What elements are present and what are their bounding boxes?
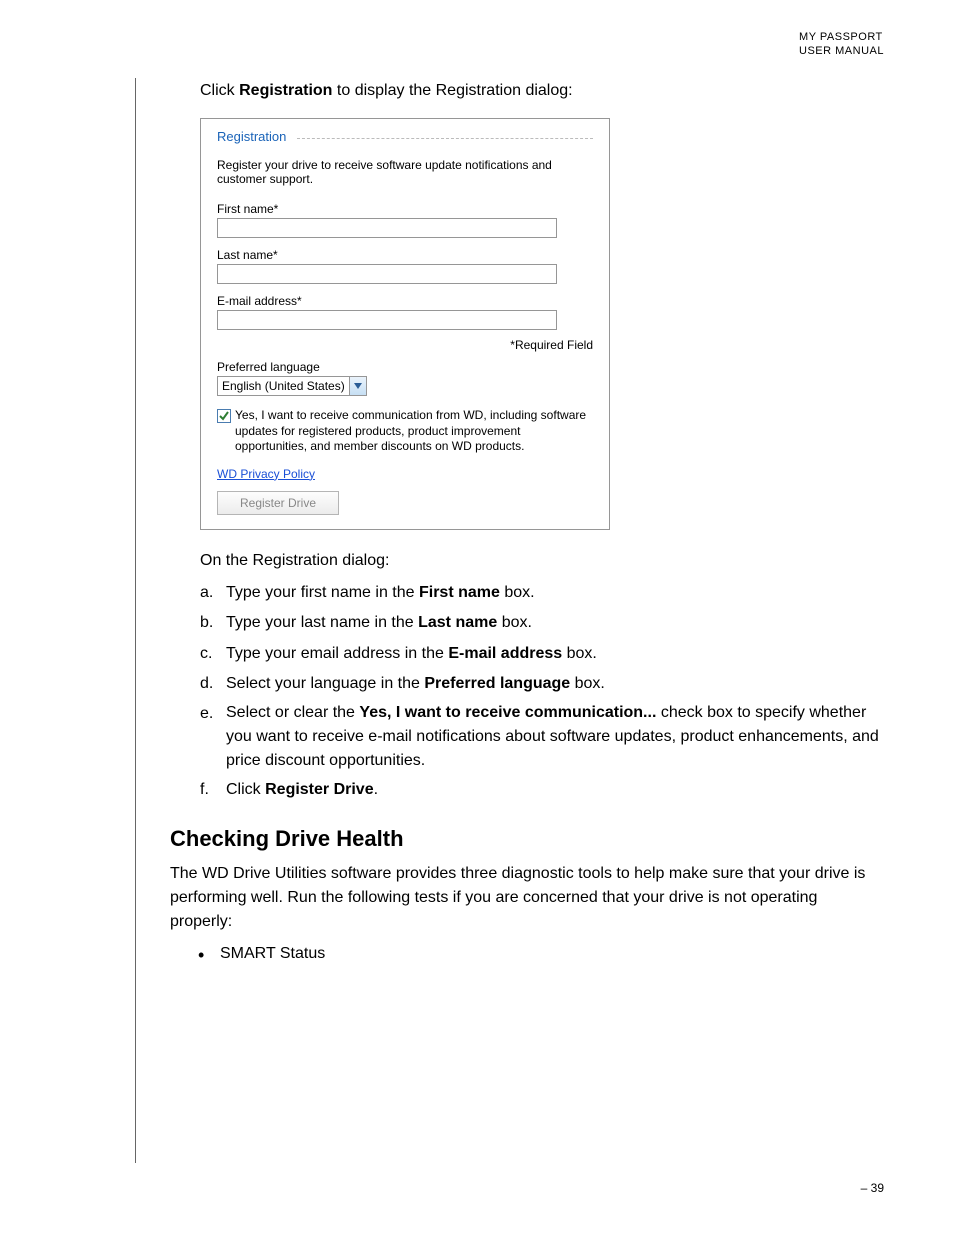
communication-checkbox-row: Yes, I want to receive communication fro… [217, 408, 593, 455]
language-select[interactable]: English (United States) [217, 376, 367, 396]
after-dialog-text: On the Registration dialog: [200, 552, 880, 570]
dialog-title: Registration [217, 129, 593, 148]
page-header: MY PASSPORT USER MANUAL [799, 30, 884, 59]
language-label: Preferred language [217, 360, 593, 374]
step-e: e. Select or clear the Yes, I want to re… [200, 701, 880, 773]
page-number: – 39 [861, 1181, 884, 1195]
checkmark-icon [219, 411, 229, 421]
section-heading: Checking Drive Health [170, 826, 880, 852]
intro-text: Click Registration to display the Regist… [200, 82, 880, 100]
header-line-2: USER MANUAL [799, 44, 884, 58]
header-line-1: MY PASSPORT [799, 30, 884, 44]
step-f: f. Click Register Drive. [200, 777, 880, 803]
registration-dialog: Registration Register your drive to rece… [200, 118, 610, 530]
communication-checkbox-label: Yes, I want to receive communication fro… [235, 408, 593, 455]
diagnostic-list: SMART Status [198, 942, 880, 966]
chevron-down-icon [349, 377, 366, 395]
step-a: a. Type your first name in the First nam… [200, 580, 880, 606]
margin-rule [135, 78, 136, 1163]
step-b: b. Type your last name in the Last name … [200, 610, 880, 636]
register-drive-button[interactable]: Register Drive [217, 491, 339, 515]
email-input[interactable] [217, 310, 557, 330]
communication-checkbox[interactable] [217, 409, 231, 423]
dialog-description: Register your drive to receive software … [217, 158, 593, 186]
instruction-list: a. Type your first name in the First nam… [200, 580, 880, 804]
email-label: E-mail address* [217, 294, 593, 308]
language-value: English (United States) [222, 379, 349, 393]
bullet-smart-status: SMART Status [198, 942, 880, 966]
first-name-input[interactable] [217, 218, 557, 238]
last-name-label: Last name* [217, 248, 593, 262]
page-content: Click Registration to display the Regist… [170, 82, 880, 966]
step-c: c. Type your email address in the E-mail… [200, 641, 880, 667]
step-d: d. Select your language in the Preferred… [200, 671, 880, 697]
privacy-policy-link[interactable]: WD Privacy Policy [217, 467, 593, 481]
last-name-input[interactable] [217, 264, 557, 284]
first-name-label: First name* [217, 202, 593, 216]
section-paragraph: The WD Drive Utilities software provides… [170, 862, 880, 934]
required-field-note: *Required Field [217, 338, 593, 352]
